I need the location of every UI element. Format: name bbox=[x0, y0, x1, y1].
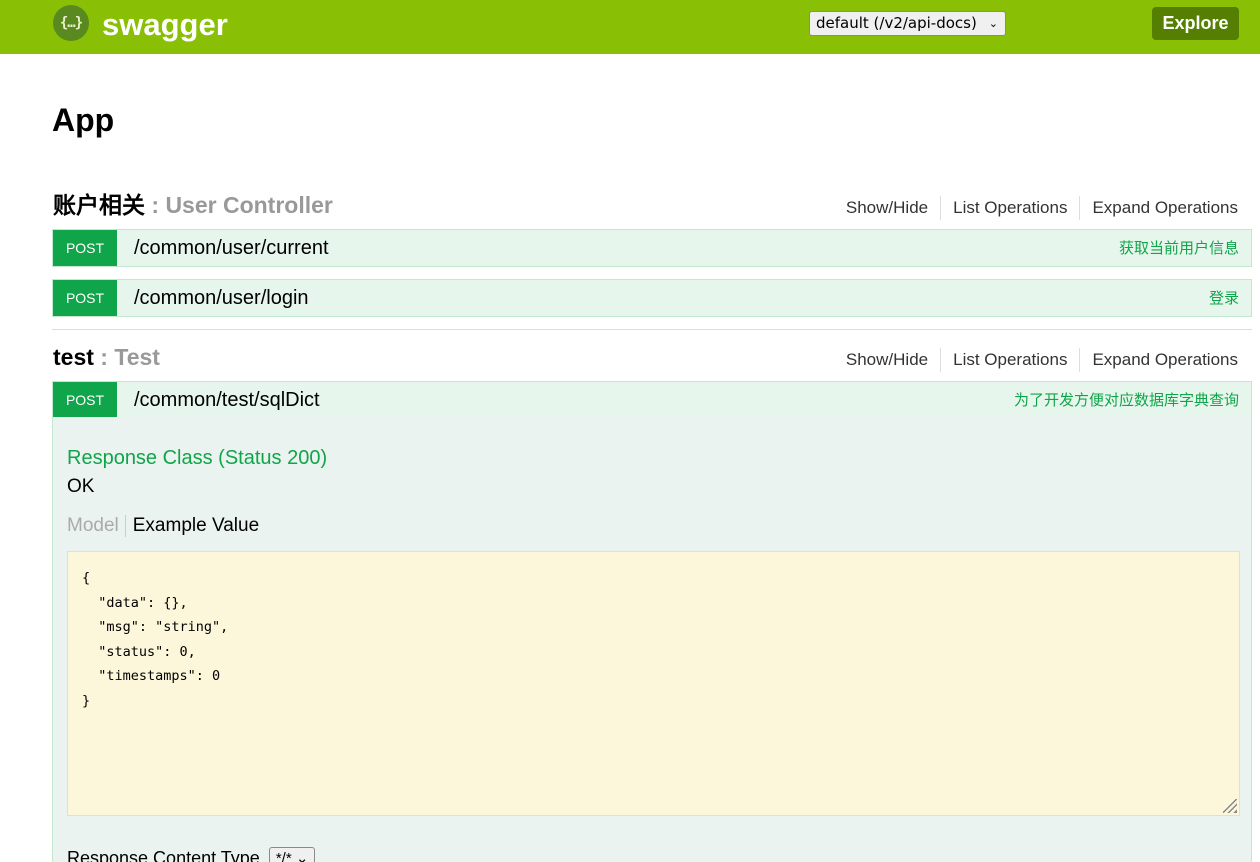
resource-name[interactable]: 账户相关 bbox=[53, 192, 145, 218]
explore-button[interactable]: Explore bbox=[1152, 7, 1239, 40]
response-content-type: Response Content Type */* ⌄ bbox=[67, 847, 316, 862]
resource-ops-links: Show/Hide List Operations Expand Operati… bbox=[834, 196, 1238, 220]
top-bar: {…} swagger default (/v2/api-docs) ⌄ Exp… bbox=[0, 0, 1260, 54]
tab-model[interactable]: Model bbox=[67, 515, 126, 537]
operation-summary[interactable]: 为了开发方便对应数据库字典查询 bbox=[1014, 382, 1239, 418]
operation-summary[interactable]: 获取当前用户信息 bbox=[1119, 230, 1239, 266]
code-line: "msg": "string", bbox=[82, 619, 229, 635]
code-line: "status": 0, bbox=[82, 643, 196, 660]
response-description: OK bbox=[67, 476, 95, 497]
content-type-value: */* bbox=[275, 850, 292, 862]
resource-heading-user-controller[interactable]: 账户相关 : User Controller bbox=[53, 190, 333, 220]
code-line: } bbox=[82, 692, 91, 709]
resource-description: : Test bbox=[100, 344, 160, 370]
code-line: "timestamps": 0 bbox=[82, 668, 221, 684]
page-title: App bbox=[52, 102, 115, 138]
signature-tabs: Model Example Value bbox=[67, 515, 259, 537]
expand-operations-link[interactable]: Expand Operations bbox=[1079, 348, 1238, 372]
resource-divider bbox=[52, 329, 1252, 330]
resource-description: : User Controller bbox=[151, 192, 333, 218]
operation-path[interactable]: /common/user/current bbox=[134, 230, 329, 266]
list-operations-link[interactable]: List Operations bbox=[940, 348, 1079, 372]
tab-example-value[interactable]: Example Value bbox=[126, 515, 259, 537]
content-type-select[interactable]: */* ⌄ bbox=[268, 847, 316, 862]
operation-summary[interactable]: 登录 bbox=[1209, 280, 1239, 316]
resize-handle-icon[interactable] bbox=[1223, 799, 1237, 813]
operation-row[interactable]: POST /common/user/login 登录 bbox=[52, 279, 1252, 317]
show-hide-link[interactable]: Show/Hide bbox=[834, 348, 940, 372]
expand-operations-link[interactable]: Expand Operations bbox=[1079, 196, 1238, 220]
code-line: "data": {}, bbox=[82, 594, 188, 611]
api-spec-select-value: default (/v2/api-docs) bbox=[816, 14, 977, 32]
content-type-label: Response Content Type bbox=[67, 847, 260, 862]
resource-heading-test[interactable]: test : Test bbox=[53, 342, 160, 372]
resource-name[interactable]: test bbox=[53, 344, 94, 370]
show-hide-link[interactable]: Show/Hide bbox=[834, 196, 940, 220]
operation-row[interactable]: POST /common/user/current 获取当前用户信息 bbox=[52, 229, 1252, 267]
operation-path[interactable]: /common/user/login bbox=[134, 280, 309, 316]
swagger-logo-text[interactable]: swagger bbox=[102, 6, 228, 44]
example-value-code[interactable]: { "data": {}, "msg": "string", "status":… bbox=[67, 551, 1240, 816]
operation-row-expanded[interactable]: POST /common/test/sqlDict 为了开发方便对应数据库字典查… bbox=[52, 381, 1252, 419]
list-operations-link[interactable]: List Operations bbox=[940, 196, 1079, 220]
operation-path[interactable]: /common/test/sqlDict bbox=[134, 382, 320, 418]
chevron-down-icon: ⌄ bbox=[988, 17, 998, 30]
code-line: { bbox=[82, 570, 91, 586]
chevron-down-icon: ⌄ bbox=[295, 850, 309, 862]
resource-ops-links: Show/Hide List Operations Expand Operati… bbox=[834, 348, 1238, 372]
http-method-badge[interactable]: POST bbox=[53, 230, 117, 266]
http-method-badge[interactable]: POST bbox=[53, 280, 117, 316]
response-class-heading: Response Class (Status 200) bbox=[67, 447, 328, 469]
api-spec-select[interactable]: default (/v2/api-docs) ⌄ bbox=[809, 11, 1006, 36]
swagger-logo-icon[interactable]: {…} bbox=[53, 5, 89, 41]
http-method-badge[interactable]: POST bbox=[53, 382, 117, 418]
operation-details: Response Class (Status 200) OK Model Exa… bbox=[52, 417, 1252, 862]
